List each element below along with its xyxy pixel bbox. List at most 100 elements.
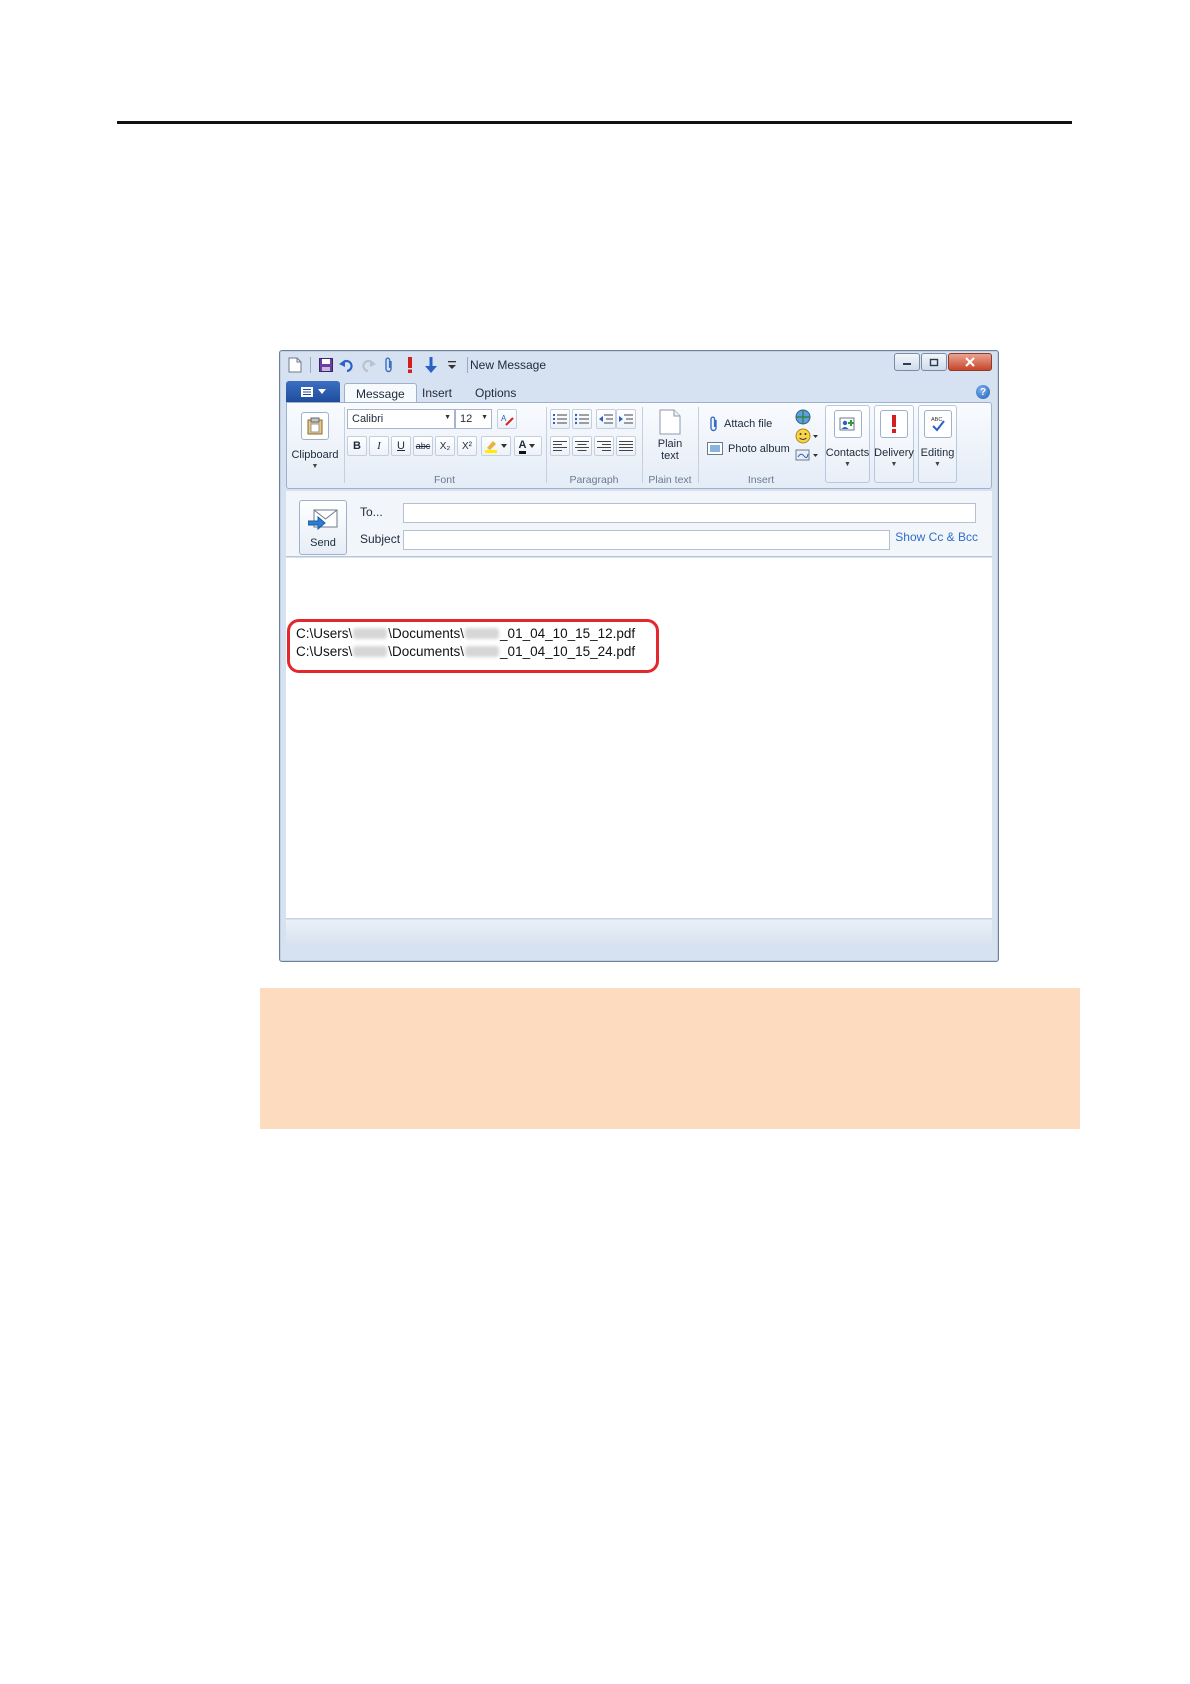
font-color-button[interactable]: A xyxy=(514,436,542,456)
subscript-button[interactable]: X₂ xyxy=(435,436,455,456)
save-icon[interactable] xyxy=(317,356,335,374)
app-menu-button[interactable] xyxy=(286,381,340,402)
underline-button[interactable]: U xyxy=(391,436,411,456)
title-bar: New Message xyxy=(280,351,998,379)
tab-options[interactable]: Options xyxy=(464,383,527,403)
delivery-button[interactable]: Delivery ▼ xyxy=(874,405,914,483)
plain-text-group-label: Plain text xyxy=(648,474,692,486)
bullet-list-icon xyxy=(575,413,589,425)
photo-album-label: Photo album xyxy=(728,442,790,455)
editing-label: Editing xyxy=(920,447,955,459)
attach-file-button[interactable]: Attach file xyxy=(709,416,772,432)
restore-button[interactable] xyxy=(921,353,947,371)
spelling-icon: ABC xyxy=(923,410,952,438)
align-center-button[interactable] xyxy=(572,436,592,456)
editing-button[interactable]: ABC Editing ▼ xyxy=(918,405,957,483)
plain-text-label-line2: text xyxy=(661,450,679,462)
window-controls xyxy=(894,353,992,371)
globe-icon xyxy=(795,409,811,425)
chevron-down-icon: ▼ xyxy=(844,461,851,468)
undo-icon[interactable] xyxy=(338,356,356,374)
group-divider xyxy=(642,407,643,483)
clipboard-button[interactable]: Clipboard ▼ xyxy=(290,407,340,485)
new-doc-icon[interactable] xyxy=(286,356,304,374)
contacts-label: Contacts xyxy=(825,447,870,459)
plain-text-label-line1: Plain xyxy=(657,438,683,450)
group-divider xyxy=(546,407,547,483)
note-box xyxy=(260,988,1080,1129)
superscript-button[interactable]: X² xyxy=(457,436,477,456)
justify-icon xyxy=(619,441,633,451)
to-button[interactable]: To... xyxy=(360,505,383,519)
close-button[interactable] xyxy=(948,353,992,371)
clear-formatting-button[interactable]: A xyxy=(497,409,517,429)
group-divider xyxy=(344,407,345,483)
tab-insert[interactable]: Insert xyxy=(411,383,463,403)
paragraph-group-label: Paragraph xyxy=(569,474,619,486)
chevron-down-icon: ▼ xyxy=(890,461,898,468)
numbered-list-button[interactable] xyxy=(550,409,570,429)
subject-label: Subject xyxy=(360,532,401,546)
svg-text:ABC: ABC xyxy=(931,417,942,423)
font-color-label: A xyxy=(518,439,527,454)
message-body[interactable]: C:\Users\ \Documents\ _01_04_10_15_12.pdf … xyxy=(286,558,992,919)
clipboard-label: Clipboard xyxy=(291,449,339,461)
minimize-button[interactable] xyxy=(894,353,920,371)
chevron-down-icon: ▼ xyxy=(444,414,451,421)
insert-group-label: Insert xyxy=(747,474,775,486)
clipboard-group: Clipboard ▼ xyxy=(290,405,340,487)
send-label: Send xyxy=(310,537,336,549)
signature-icon xyxy=(795,449,818,461)
font-size-select[interactable]: 12 ▼ xyxy=(455,409,492,429)
chevron-down-icon: ▼ xyxy=(311,463,319,470)
subject-field[interactable] xyxy=(403,530,890,550)
attach-icon[interactable] xyxy=(380,356,398,374)
bold-button[interactable]: B xyxy=(347,436,367,456)
qat-customize-icon[interactable] xyxy=(443,356,461,374)
increase-indent-icon xyxy=(619,414,633,424)
status-bar xyxy=(286,920,992,945)
svg-text:A: A xyxy=(501,414,507,423)
bullet-list-button[interactable] xyxy=(572,409,592,429)
contacts-icon xyxy=(833,410,862,438)
send-button[interactable]: Send xyxy=(299,500,347,555)
chevron-down-icon: ▼ xyxy=(934,461,941,468)
to-field[interactable] xyxy=(403,503,976,523)
priority-icon xyxy=(880,410,908,438)
tab-message[interactable]: Message xyxy=(344,383,417,403)
align-right-button[interactable] xyxy=(594,436,614,456)
paperclip-icon xyxy=(710,416,717,432)
hyperlink-button[interactable] xyxy=(795,409,811,430)
numbered-list-icon xyxy=(553,414,567,424)
font-group: Calibri ▼ 12 ▼ A B I U abc X₂ X² A Font xyxy=(347,405,542,487)
group-divider xyxy=(698,407,699,483)
emoticon-icon xyxy=(795,428,818,444)
plain-text-button[interactable]: Plain text xyxy=(645,405,695,469)
photo-album-button[interactable]: Photo album xyxy=(707,442,790,455)
ribbon-tab-row: Message Insert Options ? xyxy=(286,380,992,403)
quick-access-toolbar xyxy=(286,356,471,374)
chevron-down-icon xyxy=(317,389,326,394)
align-right-icon xyxy=(597,441,611,451)
italic-button[interactable]: I xyxy=(369,436,389,456)
font-family-select[interactable]: Calibri ▼ xyxy=(347,409,455,429)
show-cc-bcc-link[interactable]: Show Cc & Bcc xyxy=(895,530,978,544)
priority-high-icon[interactable] xyxy=(401,356,419,374)
page-top-rule xyxy=(117,121,1072,124)
help-icon[interactable]: ? xyxy=(976,385,990,399)
highlighter-icon xyxy=(485,441,507,453)
align-left-button[interactable] xyxy=(550,436,570,456)
justify-button[interactable] xyxy=(616,436,636,456)
contacts-button[interactable]: Contacts ▼ xyxy=(825,405,870,483)
strikethrough-button[interactable]: abc xyxy=(413,436,433,456)
priority-low-icon[interactable] xyxy=(422,356,440,374)
decrease-indent-button[interactable] xyxy=(596,409,616,429)
increase-indent-button[interactable] xyxy=(616,409,636,429)
delivery-label: Delivery xyxy=(874,447,914,459)
ribbon: Clipboard ▼ Calibri ▼ 12 ▼ A B I U abc X₂ … xyxy=(286,402,992,489)
signature-button[interactable] xyxy=(795,447,819,468)
redo-icon[interactable] xyxy=(359,356,377,374)
emoticon-button[interactable] xyxy=(795,428,819,449)
send-icon xyxy=(307,509,338,531)
highlight-button[interactable] xyxy=(481,436,511,456)
